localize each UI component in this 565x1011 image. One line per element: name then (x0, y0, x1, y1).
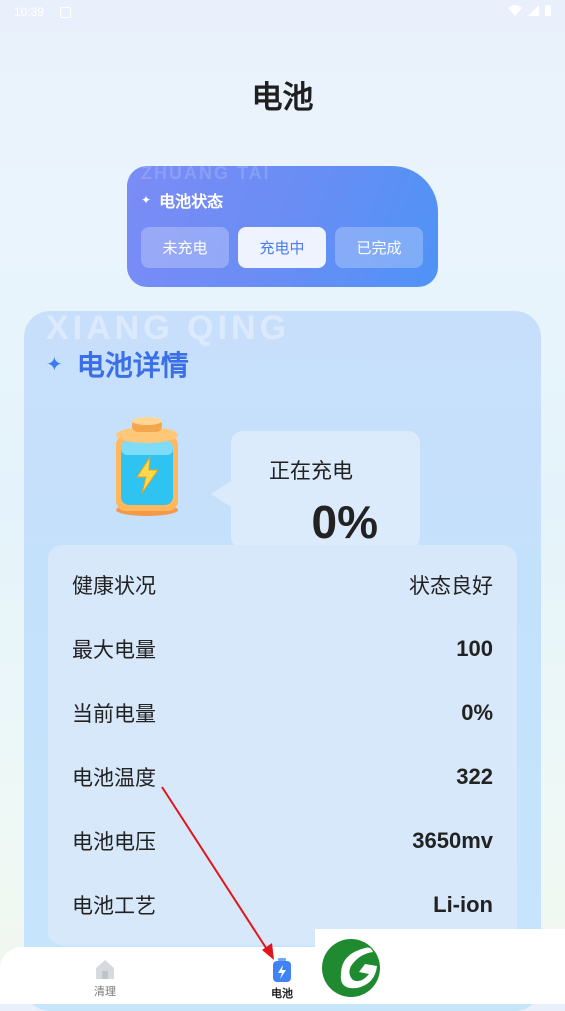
info-row-health: 健康状况 状态良好 (72, 565, 493, 605)
battery-illustration-icon (116, 417, 178, 516)
status-card-header: ✦ 电池状态 (141, 188, 223, 212)
status-bar: 10:39 (0, 0, 565, 24)
info-value: 3650mv (412, 828, 493, 853)
signal-icon (528, 5, 539, 16)
info-panel: 健康状况 状态良好 最大电量 100 当前电量 0% 电池温度 322 电池电压… (48, 545, 517, 945)
nav-item-clean[interactable]: 清理 (75, 957, 135, 999)
info-value: Li-ion (433, 892, 493, 917)
detail-title: 电池详情 (76, 349, 189, 382)
status-indicators (508, 5, 551, 16)
info-value: 322 (456, 764, 493, 789)
info-value: 状态良好 (409, 574, 493, 598)
battery-status-icon (545, 5, 551, 16)
info-value: 0% (461, 700, 493, 725)
sparkle-icon: ✦ (46, 352, 63, 376)
info-label: 电池温度 (72, 766, 156, 790)
page-title: 电池 (251, 80, 314, 116)
info-label: 健康状况 (72, 574, 156, 598)
detail-header: ✦ 电池详情 (46, 344, 189, 384)
status-time: 10:39 (14, 5, 45, 19)
status-card-title: 电池状态 (159, 192, 224, 211)
battery-status-card: ZHUANG TAI ✦ 电池状态 未充电 充电中 已完成 (127, 166, 438, 287)
segment-not-charging[interactable]: 未充电 (141, 227, 229, 268)
nav-item-battery[interactable]: 电池 (252, 957, 312, 1001)
segment-completed[interactable]: 已完成 (335, 227, 423, 268)
charge-percent: 0% (311, 496, 378, 548)
charging-bubble: 正在充电 0% (211, 431, 420, 549)
info-label: 最大电量 (72, 638, 156, 662)
wifi-icon (508, 5, 522, 16)
battery-icon (273, 958, 291, 982)
info-row-current-level: 当前电量 0% (72, 693, 493, 733)
notification-icon (60, 7, 71, 18)
charging-label: 正在充电 (269, 459, 353, 483)
info-label: 当前电量 (72, 702, 156, 726)
sparkle-icon: ✦ (141, 193, 152, 207)
leaf-logo-icon (322, 939, 380, 997)
segment-charging[interactable]: 充电中 (238, 227, 326, 268)
status-watermark: ZHUANG TAI (141, 166, 271, 183)
detail-watermark: XIANG QING (46, 311, 291, 347)
status-segments: 未充电 充电中 已完成 (141, 227, 423, 268)
info-label: 电池电压 (72, 830, 156, 854)
home-icon (96, 960, 114, 979)
info-row-technology: 电池工艺 Li-ion (72, 885, 493, 925)
info-row-voltage: 电池电压 3650mv (72, 821, 493, 861)
battery-detail-card: XIANG QING ✦ 电池详情 正在充电 0% 健康状况 状态良好 最大电量… (24, 311, 541, 1011)
info-value: 100 (456, 636, 493, 661)
nav-label: 电池 (271, 987, 293, 1000)
nav-label: 清理 (94, 985, 116, 998)
info-row-max-capacity: 最大电量 100 (72, 629, 493, 669)
info-label: 电池工艺 (72, 894, 156, 918)
info-row-temperature: 电池温度 322 (72, 757, 493, 797)
